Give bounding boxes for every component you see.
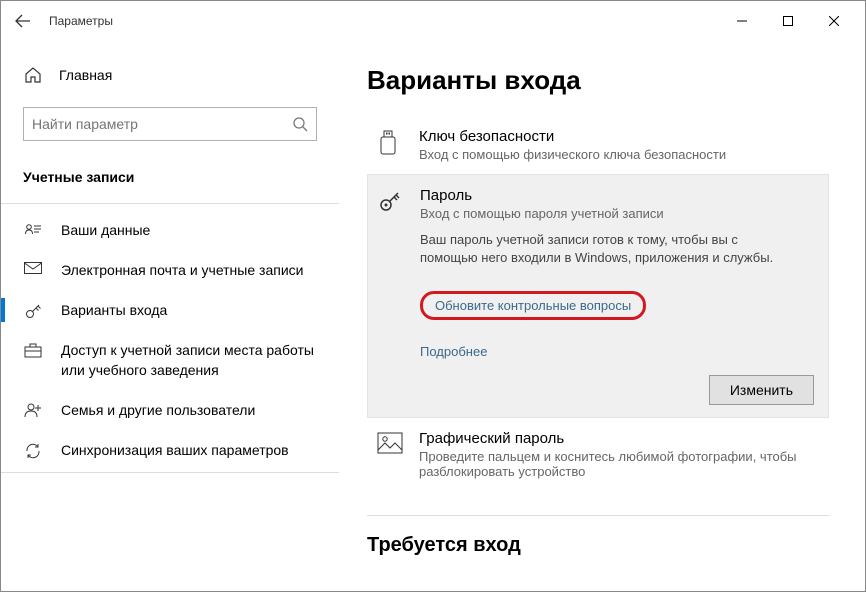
titlebar: Параметры <box>1 1 865 41</box>
add-user-icon <box>23 402 43 418</box>
sidebar-item-work-access[interactable]: Доступ к учетной записи места работы или… <box>23 330 317 390</box>
divider <box>1 203 339 204</box>
option-password[interactable]: Пароль Вход с помощью пароля учетной зап… <box>367 174 829 418</box>
option-title: Ключ безопасности <box>419 128 726 145</box>
search-input[interactable] <box>32 116 292 132</box>
sync-icon <box>23 442 43 460</box>
sidebar-home[interactable]: Главная <box>23 55 317 95</box>
mail-icon <box>23 262 43 274</box>
change-button[interactable]: Изменить <box>709 375 814 405</box>
key-icon <box>378 189 406 213</box>
option-title: Пароль <box>420 187 664 204</box>
option-title: Графический пароль <box>419 430 819 447</box>
option-subtitle: Вход с помощью пароля учетной записи <box>420 206 664 221</box>
sidebar-item-your-info[interactable]: Ваши данные <box>23 210 317 250</box>
page-title: Варианты входа <box>367 65 829 96</box>
usb-key-icon <box>377 130 405 156</box>
option-picture-password[interactable]: Графический пароль Проведите пальцем и к… <box>367 418 829 491</box>
sidebar-item-family[interactable]: Семья и другие пользователи <box>23 390 317 430</box>
sidebar-item-label: Синхронизация ваших параметров <box>61 440 289 460</box>
option-subtitle: Вход с помощью физического ключа безопас… <box>419 147 726 162</box>
sidebar-item-label: Семья и другие пользователи <box>61 400 255 420</box>
sidebar: Главная Учетные записи Ваши данные <box>1 41 339 591</box>
minimize-icon <box>737 16 747 26</box>
content: Варианты входа Ключ безопасности Вход с … <box>339 41 865 591</box>
option-description: Ваш пароль учетной записи готов к тому, … <box>420 231 780 267</box>
divider <box>1 472 339 473</box>
minimize-button[interactable] <box>719 5 765 37</box>
sidebar-item-label: Варианты входа <box>61 300 167 320</box>
key-icon <box>23 302 43 320</box>
picture-icon <box>377 432 405 454</box>
section-heading: Требуется вход <box>367 515 829 557</box>
sidebar-home-label: Главная <box>59 67 112 83</box>
back-button[interactable] <box>9 7 37 35</box>
search-input-wrapper[interactable] <box>23 107 317 141</box>
close-icon <box>829 16 839 26</box>
search-icon <box>292 116 308 132</box>
sidebar-item-label: Доступ к учетной записи места работы или… <box>61 340 317 380</box>
sidebar-item-sync[interactable]: Синхронизация ваших параметров <box>23 430 317 470</box>
maximize-icon <box>783 16 793 26</box>
sidebar-section-label: Учетные записи <box>23 163 317 191</box>
sidebar-item-signin-options[interactable]: Варианты входа <box>23 290 317 330</box>
home-icon <box>23 66 43 84</box>
sidebar-item-label: Ваши данные <box>61 220 150 240</box>
link-update-security-questions[interactable]: Обновите контрольные вопросы <box>420 291 646 320</box>
link-learn-more[interactable]: Подробнее <box>420 344 487 359</box>
briefcase-icon <box>23 342 43 358</box>
sidebar-item-label: Электронная почта и учетные записи <box>61 260 303 280</box>
window-title: Параметры <box>49 14 113 28</box>
person-card-icon <box>23 222 43 236</box>
sidebar-item-email[interactable]: Электронная почта и учетные записи <box>23 250 317 290</box>
option-security-key[interactable]: Ключ безопасности Вход с помощью физичес… <box>367 116 829 174</box>
maximize-button[interactable] <box>765 5 811 37</box>
arrow-left-icon <box>15 13 31 29</box>
close-button[interactable] <box>811 5 857 37</box>
option-subtitle: Проведите пальцем и коснитесь любимой фо… <box>419 449 819 479</box>
